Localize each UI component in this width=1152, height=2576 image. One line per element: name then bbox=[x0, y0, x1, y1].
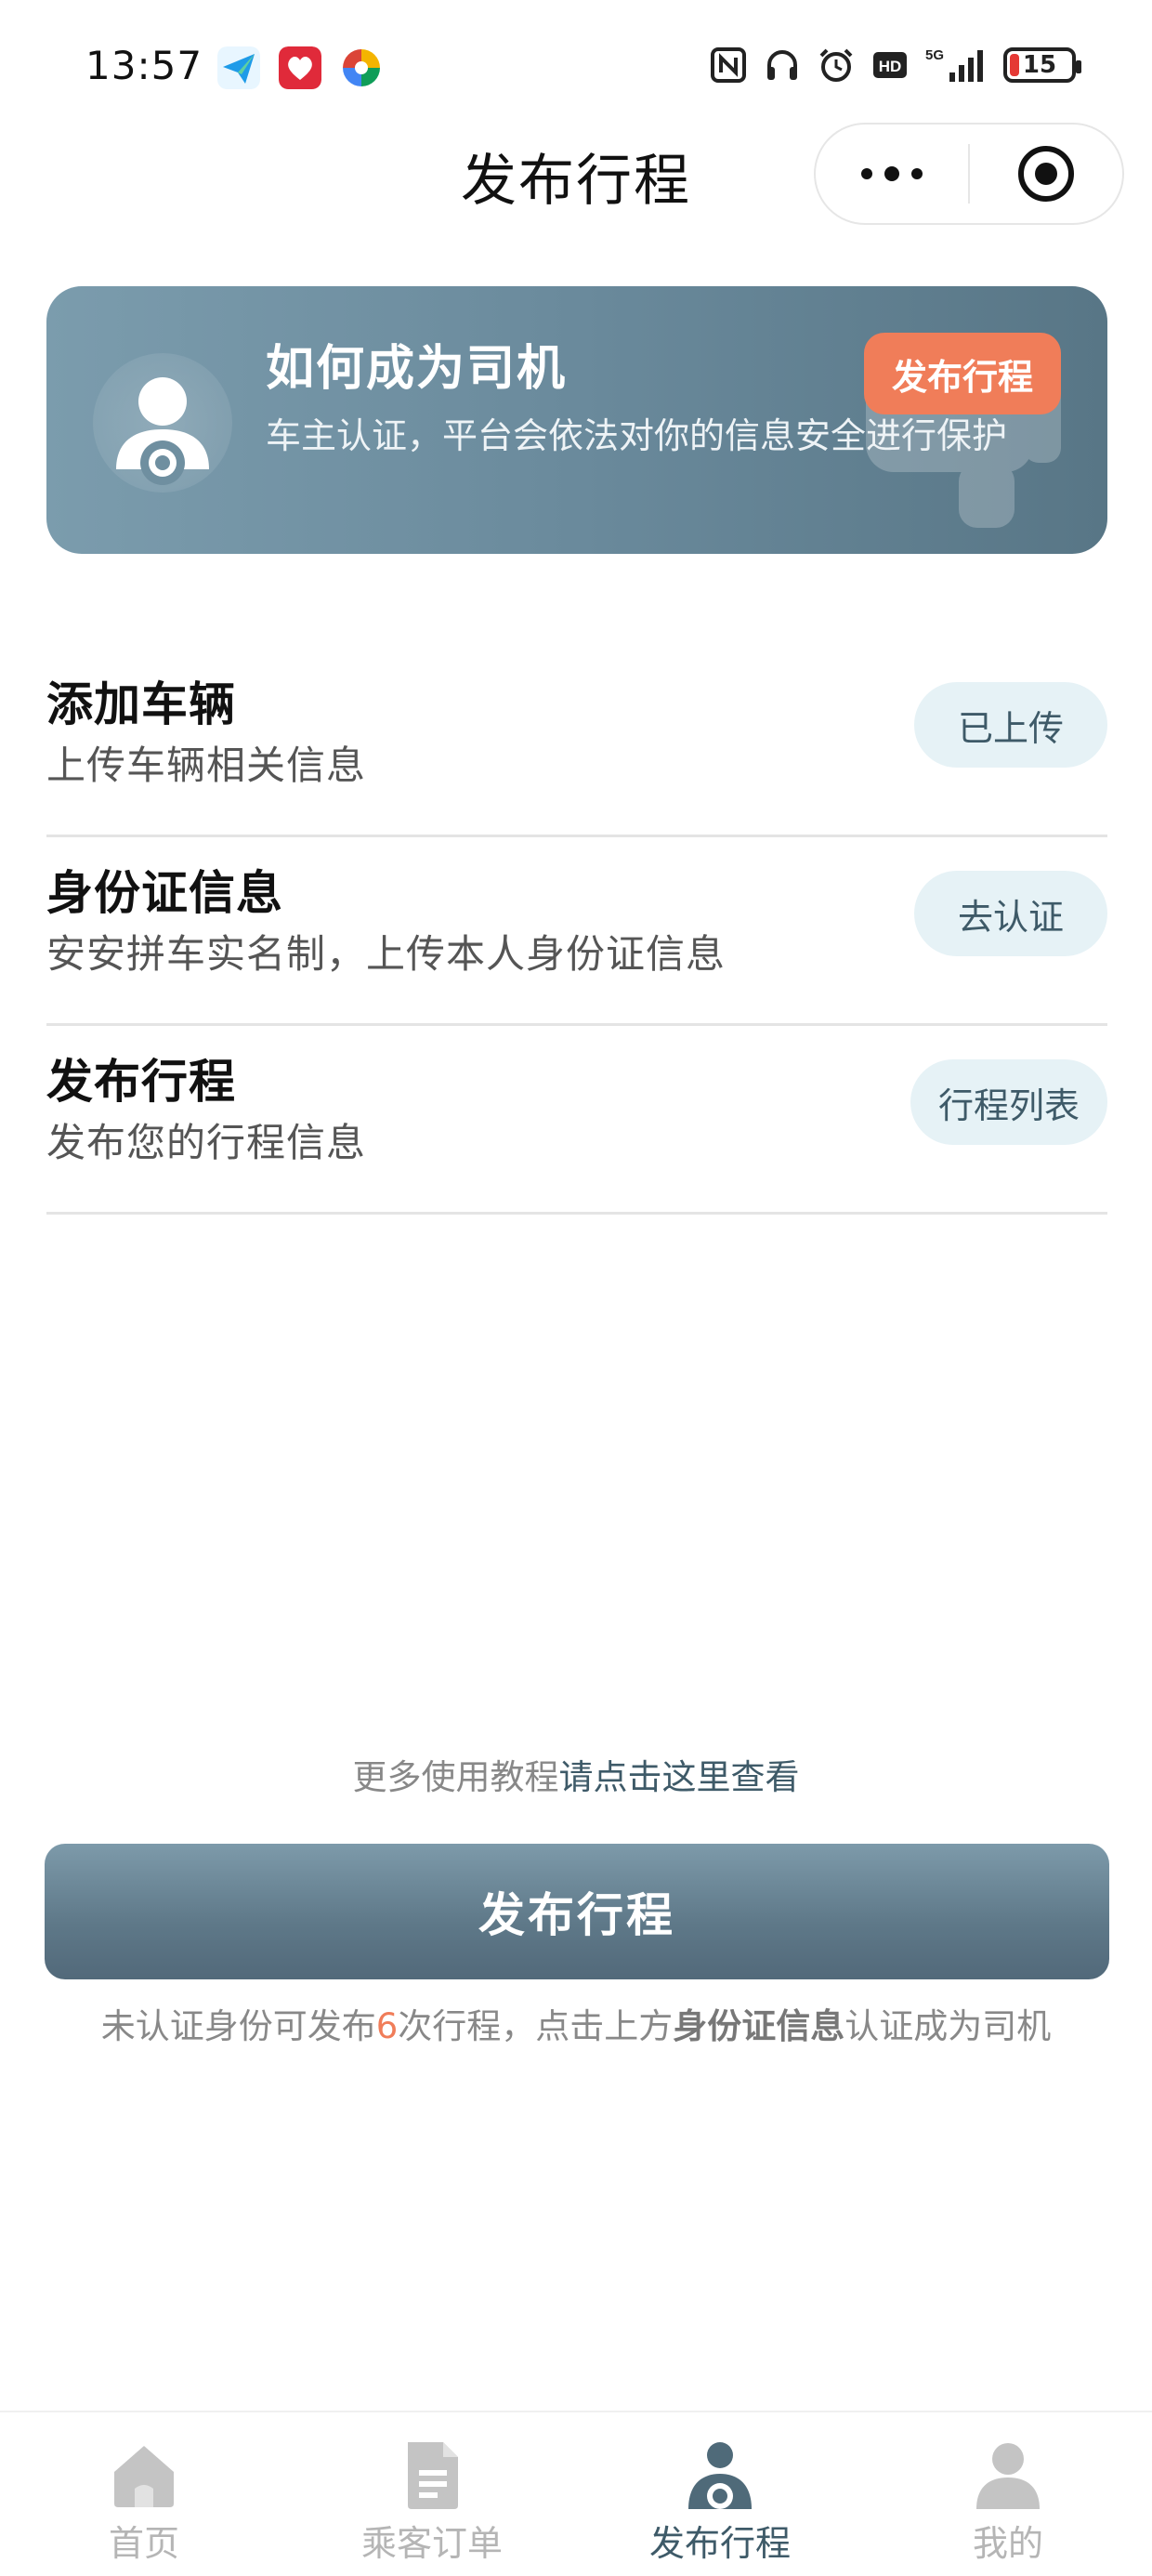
step-title: 发布行程 bbox=[46, 1055, 236, 1109]
battery-icon: 15 bbox=[1003, 47, 1081, 83]
tab-label: 我的 bbox=[972, 2523, 1043, 2564]
notice-count: 6 bbox=[375, 2006, 399, 2046]
banner-title: 如何成为司机 bbox=[266, 341, 568, 397]
banner-publish-button[interactable]: 发布行程 bbox=[864, 333, 1061, 414]
tab-passenger-orders[interactable]: 乘客订单 bbox=[288, 2412, 576, 2576]
5g-signal-icon: 5G bbox=[925, 47, 983, 82]
document-icon bbox=[408, 2442, 458, 2509]
driver-icon bbox=[116, 377, 209, 485]
step-subtitle: 上传车辆相关信息 bbox=[46, 743, 367, 788]
become-driver-banner: 如何成为司机 车主认证，平台会依法对你的信息安全进行保护 发布行程 bbox=[46, 286, 1107, 554]
paper-plane-app-icon bbox=[217, 46, 260, 89]
trip-list-button[interactable]: 行程列表 bbox=[910, 1059, 1107, 1145]
notice-part2: 次行程，点击上方 bbox=[398, 2006, 674, 2046]
svg-text:HD: HD bbox=[879, 58, 902, 75]
publish-limit-notice: 未认证身份可发布6次行程，点击上方身份证信息认证成为司机 bbox=[0, 1998, 1152, 2048]
nfc-icon bbox=[711, 47, 746, 83]
status-indicators: HD 5G 15 bbox=[710, 46, 1081, 84]
banner-description: 车主认证，平台会依法对你的信息安全进行保护 bbox=[266, 415, 1008, 456]
step-title: 身份证信息 bbox=[46, 866, 283, 920]
bottom-tab-bar: 首页 乘客订单 发布行程 我的 bbox=[0, 2411, 1152, 2576]
close-miniprogram-button[interactable] bbox=[970, 125, 1122, 223]
uploaded-button[interactable]: 已上传 bbox=[914, 682, 1107, 768]
tab-home[interactable]: 首页 bbox=[0, 2412, 288, 2576]
verify-button[interactable]: 去认证 bbox=[914, 871, 1107, 956]
tab-label: 首页 bbox=[108, 2523, 179, 2564]
miniprogram-capsule bbox=[814, 123, 1124, 225]
notice-part3: 认证成为司机 bbox=[844, 2006, 1052, 2046]
target-close-icon bbox=[1017, 146, 1074, 202]
alarm-icon bbox=[819, 48, 853, 82]
hd-icon: HD bbox=[873, 52, 907, 78]
person-icon bbox=[976, 2443, 1040, 2509]
status-bar: 13:57 HD 5G 15 bbox=[0, 0, 1152, 130]
step-subtitle: 安安拼车实名制，上传本人身份证信息 bbox=[46, 931, 727, 977]
step-id-card[interactable]: 身份证信息 安安拼车实名制，上传本人身份证信息 去认证 bbox=[46, 837, 1107, 1026]
tab-label: 乘客订单 bbox=[360, 2523, 503, 2564]
driver-steps-list: 添加车辆 上传车辆相关信息 已上传 身份证信息 安安拼车实名制，上传本人身份证信… bbox=[46, 649, 1107, 1215]
step-publish-trip[interactable]: 发布行程 发布您的行程信息 行程列表 bbox=[46, 1026, 1107, 1215]
step-subtitle: 发布您的行程信息 bbox=[46, 1120, 367, 1165]
status-app-icons bbox=[217, 46, 383, 89]
tab-publish-trip[interactable]: 发布行程 bbox=[576, 2412, 864, 2576]
pinwheel-app-icon bbox=[343, 49, 380, 86]
home-icon bbox=[114, 2446, 174, 2507]
tutorial-prefix: 更多使用教程 bbox=[352, 1757, 559, 1797]
title-bar: 发布行程 bbox=[0, 123, 1152, 251]
battery-level: 15 bbox=[1022, 51, 1057, 79]
tutorial-link[interactable]: 请点击这里查看 bbox=[559, 1757, 800, 1797]
tutorial-hint: 更多使用教程请点击这里查看 bbox=[0, 1749, 1152, 1799]
heart-app-icon bbox=[279, 46, 321, 89]
tab-label: 发布行程 bbox=[648, 2523, 791, 2564]
more-button[interactable] bbox=[816, 125, 968, 223]
driver-icon bbox=[688, 2442, 752, 2509]
tab-mine[interactable]: 我的 bbox=[864, 2412, 1152, 2576]
notice-part1: 未认证身份可发布 bbox=[100, 2006, 376, 2046]
svg-text:5G: 5G bbox=[925, 47, 944, 63]
notice-id-card-link: 身份证信息 bbox=[673, 2006, 845, 2046]
more-dots-icon bbox=[861, 166, 923, 181]
status-time: 13:57 bbox=[85, 43, 203, 88]
step-title: 添加车辆 bbox=[46, 677, 236, 731]
step-add-vehicle[interactable]: 添加车辆 上传车辆相关信息 已上传 bbox=[46, 649, 1107, 837]
headphones-icon bbox=[767, 50, 797, 80]
publish-trip-button[interactable]: 发布行程 bbox=[45, 1844, 1109, 1979]
driver-avatar bbox=[93, 353, 232, 493]
